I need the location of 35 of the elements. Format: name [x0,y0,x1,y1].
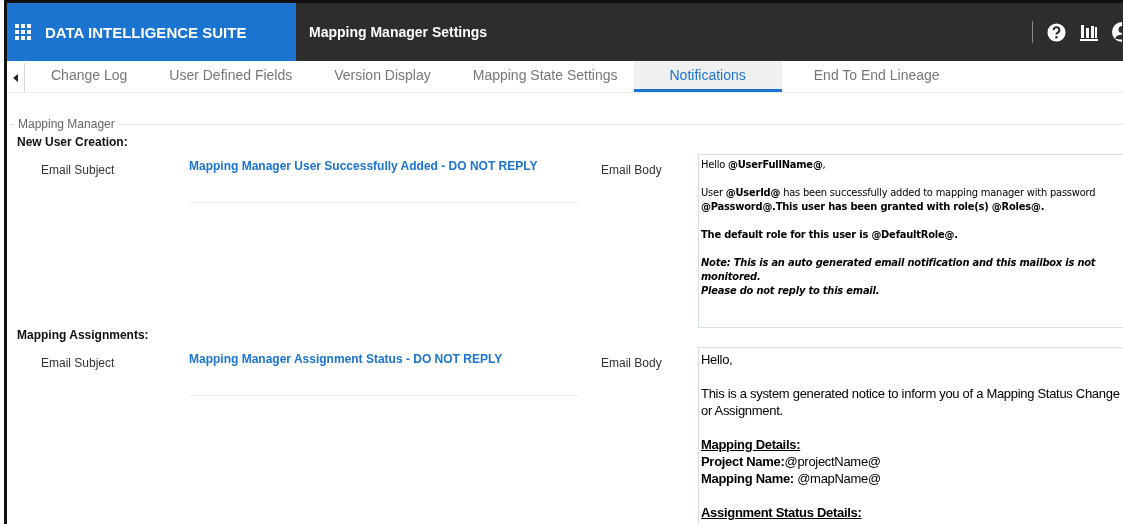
page-title: Mapping Manager Settings [309,24,489,40]
user-icon[interactable] [1112,22,1123,42]
tab[interactable]: Version Display [324,61,441,92]
body-text: The default role for this user is @DefaultRole@. [701,228,959,242]
body-text: User @UserId@ has been successfully added to mapping manager with password @Password@.This user has been granted with role(s) @Roles@. [701,186,1097,214]
body-text: Please do not reply to this email. [701,284,881,298]
body-text: This is a system generated notice to inform you of a Mapping Status Change or Assignment. [701,385,1121,419]
library-icon[interactable] [1080,23,1098,41]
app-grid-icon[interactable] [15,24,31,40]
section-title: New User Creation: [16,135,129,149]
body-text: Assignment Status Details: [701,504,863,521]
section-title: Mapping Assignments: [16,328,150,342]
tab[interactable]: Change Log [41,61,138,92]
tab[interactable]: User Defined Fields [159,61,303,92]
tab[interactable]: Mapping State Settings [462,61,628,92]
subject-field[interactable]: Mapping Manager User Successfully Added - DO NOT REPLY [189,154,579,203]
field-label: Email Body [601,356,663,370]
tab[interactable]: Notifications [633,61,782,92]
body-text: Hello, [701,351,734,368]
app-name: DATA INTELLIGENCE SUITE [45,23,247,41]
field-label: Email Body [601,163,663,177]
body-text: Mapping Details: [701,436,802,453]
field-label: Email Subject [40,356,116,370]
subject-field[interactable]: Mapping Manager Assignment Status - DO NOT REPLY [189,347,579,396]
body-text: Mapping Name: @mapName@ [701,470,882,487]
email-body-editor[interactable]: Hello, This is a system generated notice to inform you of a Mapping Status Change or Assignment. Mapping Details: Project Name:@projectName@ Mapping Name: @mapName@ Assignment Status Details: [698,347,1123,524]
caret-left-icon [13,73,18,82]
body-text: Project Name:@projectName@ [701,453,882,470]
body-text: Hello @UserFullName@, [701,158,827,172]
email-body-editor[interactable] [698,154,1123,328]
help-icon[interactable] [1047,22,1066,42]
body-text: Note: This is an auto generated email notification and this mailbox is not monitored. [701,256,1097,284]
tab[interactable]: End To End Lineage [803,61,950,92]
field-label: Email Subject [40,163,116,177]
group-legend: Mapping Manager [14,117,119,131]
